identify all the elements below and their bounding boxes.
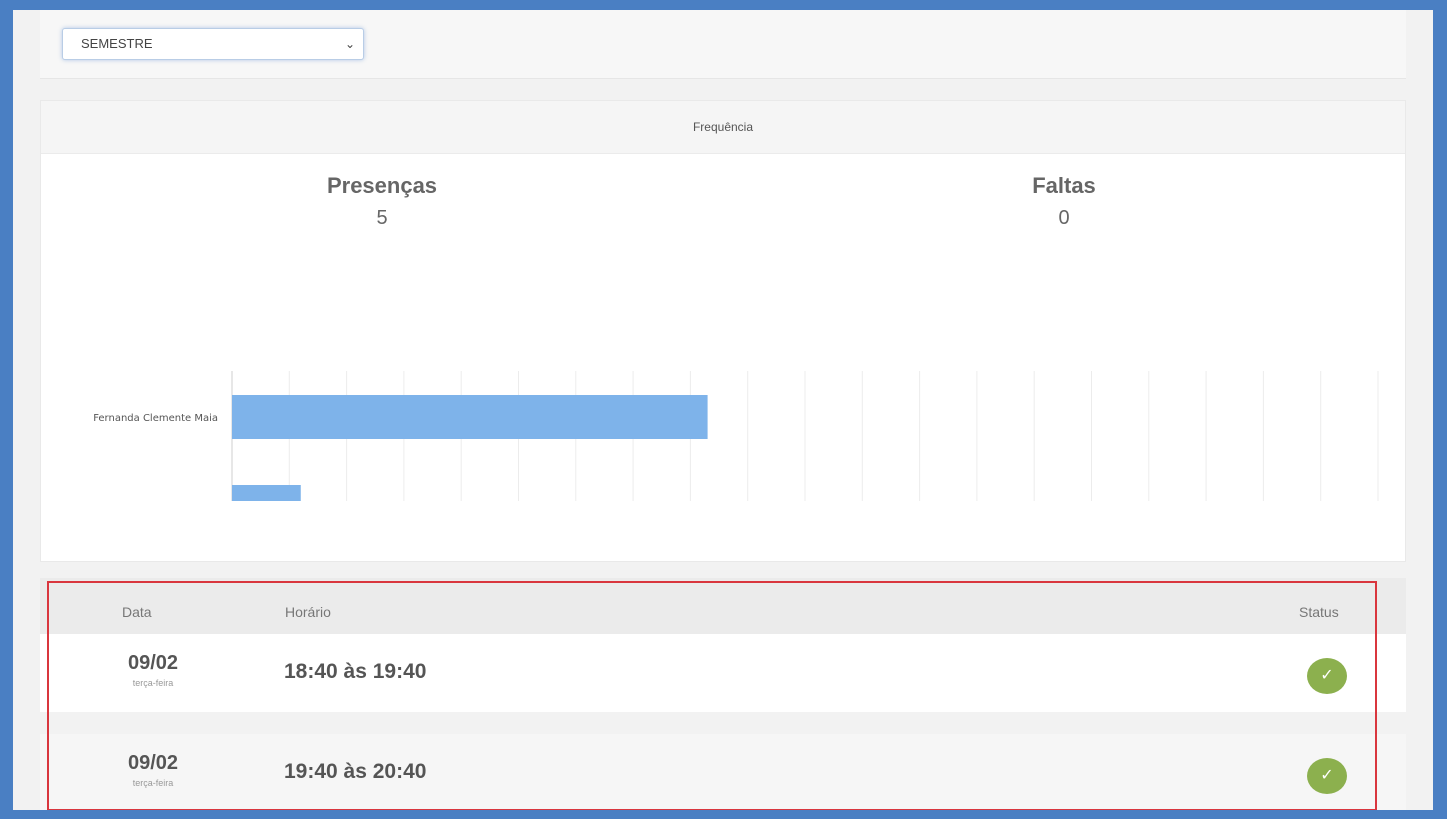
period-select-value: SEMESTRE [81,36,153,51]
row-weekday: terça-feira [132,678,174,688]
frequency-bar-chart: 0510152025303540455055606570758085909510… [93,371,1379,501]
presencas-label: Presenças [326,173,438,198]
row-date-value: 09/02 [127,752,179,774]
row-date-value: 09/02 [127,652,179,674]
bar [232,395,708,439]
table-row: 09/02 terça-feira 19:40 às 20:40 ✓ [40,734,1406,810]
frequency-card-title: Frequência [41,101,1405,154]
check-icon: ✓ [1307,658,1347,694]
presencas-stat: Presenças 5 [282,173,482,230]
frequency-card: Frequência Presenças 5 Faltas 0 05101520… [40,100,1406,562]
check-icon: ✓ [1307,758,1347,794]
y-category-label: Fernanda Clemente Maia [93,413,218,424]
row-date: 09/02 terça-feira [98,752,208,788]
bar [232,485,301,501]
chevron-down-icon: ⌄ [344,37,355,51]
table-header: Data Horário Status [40,578,1406,634]
filter-panel: SEMESTRE ⌄ [40,10,1406,79]
row-weekday: terça-feira [132,778,174,788]
row-time: 18:40 às 19:40 [284,660,427,683]
attendance-table: Data Horário Status 09/02 terça-feira 18… [40,578,1406,810]
table-row: 09/02 terça-feira 18:40 às 19:40 ✓ [40,634,1406,712]
row-time: 19:40 às 20:40 [284,760,427,783]
faltas-stat: Faltas 0 [964,173,1164,230]
app-window: SEMESTRE ⌄ Frequência Presenças 5 Faltas… [13,10,1433,810]
period-select[interactable]: SEMESTRE ⌄ [62,28,364,60]
faltas-label: Faltas [1032,173,1096,198]
row-date: 09/02 terça-feira [98,652,208,688]
faltas-value: 0 [1058,207,1070,229]
presencas-value: 5 [376,207,388,229]
